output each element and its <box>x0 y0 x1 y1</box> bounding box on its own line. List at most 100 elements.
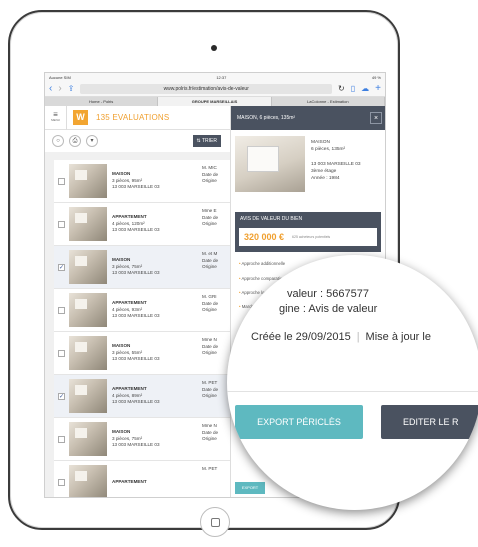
carrier-label: Aucune SIM <box>49 74 71 80</box>
row-city: 13 003 MARSEILLE 03 <box>112 184 160 190</box>
row-origin: Origine <box>202 178 217 183</box>
list-item[interactable]: APPARTEMENT M. PET <box>54 461 230 497</box>
evaluation-list: MAISON 3 pièces, 95m² 13 003 MARSEILLE 03 M… <box>54 160 230 497</box>
owner-name: Mme N <box>202 337 217 342</box>
list-item[interactable]: MAISON 3 pièces, 55m² 13 003 MARSEILLE 03 M… <box>54 332 230 375</box>
share-icon[interactable]: ⇪ <box>68 84 75 93</box>
logo: W <box>73 110 88 125</box>
row-owner: Mme E Date de Origine <box>202 208 218 228</box>
list-item[interactable]: APPARTEMENT 4 pièces, 93m² 13 003 MARSEILL… <box>54 289 230 332</box>
address-bar[interactable]: www.polris.fr/estimation/avis-de-valeur <box>80 83 333 94</box>
row-checkbox[interactable] <box>58 435 65 443</box>
cloud-icon[interactable]: ☁ <box>361 84 369 93</box>
browser-tabs: Home - Polris GROUPE MARSEILLAIS LaColon… <box>45 97 385 106</box>
forward-icon[interactable]: › <box>58 83 61 94</box>
app-header: ≡ MENU W 135 EVALUATIONS <box>45 105 230 130</box>
list-item[interactable]: ✓ MAISON 3 pièces, 75m² 13 003 MARSEILLE 03… <box>54 246 230 289</box>
row-owner: M. et M Date de Origine <box>202 251 218 271</box>
reload-icon[interactable]: ↻ <box>338 84 345 93</box>
edit-report-button[interactable]: EDITER LE R <box>381 405 478 439</box>
row-city: 13 003 MARSEILLE 03 <box>112 399 160 405</box>
list-item[interactable]: MAISON 3 pièces, 75m² 13 003 MARSEILLE 03 M… <box>54 418 230 461</box>
property-spacer <box>311 153 361 160</box>
row-owner: M. GRI Date de Origine <box>202 294 218 314</box>
row-owner: M. PET <box>202 466 217 473</box>
row-checkbox[interactable] <box>58 306 65 314</box>
detail-title: MAISON, 6 pièces, 135m² <box>237 115 296 121</box>
list-item[interactable]: MAISON 3 pièces, 95m² 13 003 MARSEILLE 03 M… <box>54 160 230 203</box>
home-button[interactable] <box>200 507 230 537</box>
owner-name: M. GRI <box>202 294 217 299</box>
sort-button[interactable]: ⇅ TRIER <box>192 135 221 147</box>
row-checkbox[interactable] <box>58 349 65 357</box>
row-info: APPARTEMENT 4 pièces, 89m² 13 003 MARSEILL… <box>112 386 197 406</box>
value-price: 320 000 € <box>244 232 285 242</box>
row-info: APPARTEMENT 4 pièces, 120m² 13 003 MARSEIL… <box>112 214 197 234</box>
print-icon[interactable]: ⎙ <box>69 135 81 147</box>
row-info: APPARTEMENT <box>112 479 197 486</box>
close-icon[interactable]: × <box>370 112 382 124</box>
row-type: APPARTEMENT <box>112 478 147 484</box>
row-checkbox[interactable]: ✓ <box>58 263 65 271</box>
row-owner: M. PET Date de Origine <box>202 380 218 400</box>
property-thumbnail <box>69 336 107 370</box>
owner-name: Mme E <box>202 208 217 213</box>
row-info: MAISON 3 pièces, 75m² 13 003 MARSEILLE 03 <box>112 429 197 449</box>
row-checkbox[interactable] <box>58 177 65 185</box>
magnified-value-ref: valeur : 5667577 <box>287 288 369 300</box>
tab-lacolonne[interactable]: LaColonne - Estimation <box>272 97 385 106</box>
lightbulb-icon[interactable]: ○ <box>52 135 64 147</box>
value-price-box: 320 000 € 625 acheteurs potentiels <box>239 228 377 246</box>
evaluations-count: 135 EVALUATIONS <box>96 113 170 122</box>
owner-name: Mme N <box>202 423 217 428</box>
date-separator: | <box>356 331 360 343</box>
created-date: Créée le 29/09/2015 <box>251 331 351 343</box>
row-owner: M. MIC Date de Origine <box>202 165 218 185</box>
property-city: 13 003 MARSEILLE 03 <box>311 161 361 167</box>
row-info: MAISON 3 pièces, 55m² 13 003 MARSEILLE 03 <box>112 343 197 363</box>
bookmarks-icon[interactable]: ▯ <box>351 84 355 93</box>
updated-date: Mise à jour le <box>365 331 431 343</box>
trash-icon[interactable]: ▾ <box>86 135 98 147</box>
owner-name: M. PET <box>202 466 218 471</box>
property-thumbnail <box>69 422 107 456</box>
list-item[interactable]: APPARTEMENT 4 pièces, 120m² 13 003 MARSEIL… <box>54 203 230 246</box>
status-bar: Aucune SIM 12:37 49 % <box>45 73 385 81</box>
magnifier-overlay: valeur : 5667577 gine : Avis de valeur C… <box>227 255 478 510</box>
browser-toolbar: ‹ › ⇪ www.polris.fr/estimation/avis-de-v… <box>45 81 385 97</box>
new-tab-icon[interactable]: + <box>375 83 381 94</box>
row-origin: Origine <box>202 221 217 226</box>
row-origin: Origine <box>202 264 217 269</box>
property-thumbnail <box>69 250 107 284</box>
property-thumbnail <box>69 207 107 241</box>
home-icon <box>211 518 220 527</box>
property-thumbnail <box>69 293 107 327</box>
property-thumbnail <box>69 164 107 198</box>
back-icon[interactable]: ‹ <box>49 83 52 94</box>
action-bar: ○ ⎙ ▾ ⇅ TRIER <box>45 130 230 152</box>
row-origin: Origine <box>202 350 217 355</box>
row-origin: Origine <box>202 436 217 441</box>
row-checkbox[interactable] <box>58 478 65 486</box>
row-checkbox[interactable] <box>58 220 65 228</box>
owner-name: M. PET <box>202 380 218 385</box>
property-size: 6 pièces, 135m² <box>311 147 346 153</box>
export-button-small[interactable]: EXPORT <box>235 482 265 494</box>
export-pericles-button[interactable]: EXPORT PÉRICLÈS <box>235 405 363 439</box>
approach-label: Approche additionnelle <box>239 261 285 266</box>
tab-groupe[interactable]: GROUPE MARSEILLAIS <box>158 97 272 106</box>
row-checkbox[interactable]: ✓ <box>58 392 65 400</box>
value-box: AVIS DE VALEUR DU BIEN 320 000 € 625 ach… <box>235 212 381 252</box>
hamburger-icon: ≡ <box>53 109 58 119</box>
list-item[interactable]: ✓ APPARTEMENT 4 pièces, 89m² 13 003 MARSEIL… <box>54 375 230 418</box>
evaluations-panel: ≡ MENU W 135 EVALUATIONS ○ ⎙ ▾ ⇅ TRIER M… <box>45 105 230 497</box>
menu-button[interactable]: ≡ MENU <box>45 105 67 130</box>
value-title: AVIS DE VALEUR DU BIEN <box>240 216 303 222</box>
row-city: 13 003 MARSEILLE 03 <box>112 356 160 362</box>
row-city: 13 003 MARSEILLE 03 <box>112 270 160 276</box>
row-info: MAISON 3 pièces, 75m² 13 003 MARSEILLE 03 <box>112 257 197 277</box>
owner-name: M. et M <box>202 251 218 256</box>
row-city: 13 003 MARSEILLE 03 <box>112 227 160 233</box>
property-photo <box>235 136 305 192</box>
row-city: 13 003 MARSEILLE 03 <box>112 442 160 448</box>
